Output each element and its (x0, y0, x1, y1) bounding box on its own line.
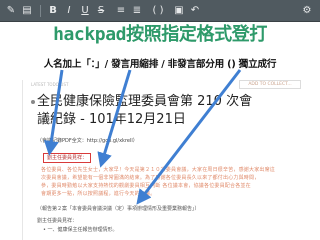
bold-button[interactable]: B (46, 3, 60, 18)
title-bullet-icon (31, 100, 35, 104)
agenda-item-line[interactable]: • 一、健康保主任報告辦理情形。 (43, 227, 118, 234)
table-icon[interactable]: ▣ (172, 3, 186, 18)
chair-speaker-line[interactable]: 劉主任委員見祥： (37, 218, 77, 225)
speaker-name-label[interactable]: 劉主任委員見祥： (47, 154, 87, 162)
report-note-line[interactable]: （報告第２案「本會委員會議決議（定）事項辦理情形及重要業務報告」） (37, 206, 200, 213)
numbered-list-icon[interactable]: ≣ (130, 3, 144, 18)
document-icon[interactable]: ▤ (20, 3, 34, 18)
pad-editor[interactable]: LATEST TODO LIST ADD TO COLLECT... 全民健康保… (22, 80, 306, 240)
strikethrough-button[interactable]: S (94, 3, 108, 18)
editor-toolbar: ✎ ▤ B I U S ≡ ≣ ( ) ▣ ↶ ⚙ (0, 0, 320, 22)
pad-title-line-1[interactable]: 全民健康保險監理委員會第 210 次會 (37, 94, 252, 110)
code-block-icon[interactable]: ( ) (148, 3, 168, 18)
speech-line: 次委員會議，希望能有一個非常圓滿的結束。為了感謝各位委員長久以來了都付出心力與時… (41, 175, 260, 181)
italic-button[interactable]: I (62, 3, 76, 18)
underline-button[interactable]: U (78, 3, 92, 18)
undo-icon[interactable]: ↶ (188, 3, 202, 18)
pad-tagline: LATEST TODO LIST (31, 82, 69, 87)
speech-paragraph[interactable]: 各位委員、各位先生女士，大家早！今天是第２１０次委員會議，大家在周日很辛苦，感謝… (41, 166, 305, 198)
meeting-record-link[interactable]: （會議記錄PDF全文：http://goo.gl/xkrell） (37, 138, 138, 145)
edit-icon[interactable]: ✎ (4, 3, 18, 18)
speech-line: 參，委員時勤勉以大家支持熱忱的觀劇委員相互判斷 各位議本會，協議各位委員配合各並… (41, 183, 251, 189)
settings-gear-icon[interactable]: ⚙ (300, 3, 314, 18)
slide-heading: hackpad按照指定格式登打 (53, 24, 267, 45)
toolbar-divider (40, 5, 41, 17)
editor-header: LATEST TODO LIST ADD TO COLLECT... (23, 80, 306, 90)
format-rules-subtitle: 人名加上「：」/ 發言用縮排 / 非發言部分用 () 獨立成行 (43, 59, 277, 70)
speech-line: 會期更多一點，所以按照議程，進行今天的會議。 (41, 191, 156, 197)
pad-title-line-2[interactable]: 議紀錄 - 101年12月21日 (37, 112, 186, 128)
add-to-collection-button[interactable]: ADD TO COLLECT... (239, 80, 301, 89)
bullet-list-icon[interactable]: ≡ (114, 3, 128, 18)
speech-line: 各位委員、各位先生女士，大家早！今天是第２１０次委員會議，大家在周日很辛苦，感謝… (41, 167, 276, 173)
